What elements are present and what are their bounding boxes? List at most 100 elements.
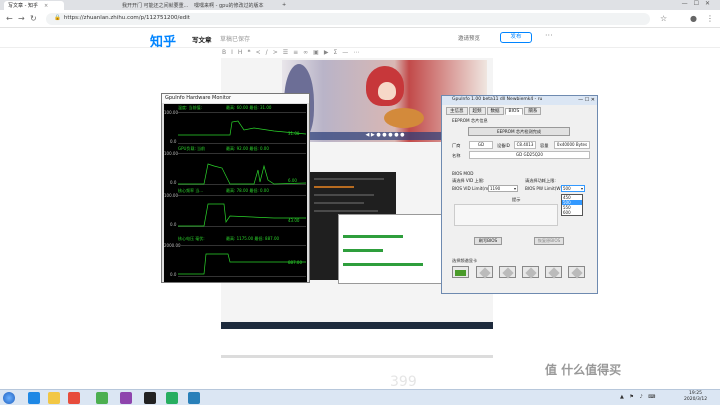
dropdown-option[interactable]: 600 xyxy=(562,210,582,215)
more-icon[interactable]: ··· xyxy=(545,31,553,40)
hint-label: 提示 xyxy=(512,197,521,202)
mode-thumb-4[interactable] xyxy=(522,266,539,279)
video-icon[interactable]: ▶ xyxy=(324,49,334,56)
eeprom-detect-button[interactable]: EEPROM 芯片检测完成 xyxy=(468,127,570,136)
eeprom-section-label: EEPROM 芯片信息 xyxy=(452,118,488,123)
tab-label: 写文章 - 知乎 xyxy=(8,3,38,9)
window-controls[interactable]: — ☐ ✕ xyxy=(578,97,595,103)
image-icon[interactable]: ▣ xyxy=(313,49,324,56)
watermark: 值 什么值得买 xyxy=(545,363,622,377)
avatar[interactable]: ● xyxy=(690,14,697,23)
restore-bios-button[interactable]: 恢复原BIOS xyxy=(534,237,564,245)
chevron-down-icon: ▾ xyxy=(513,186,516,191)
gpu-monitor-icon[interactable] xyxy=(166,392,178,404)
reload-icon[interactable]: ↻ xyxy=(30,14,37,23)
tab-about[interactable]: 關系 xyxy=(524,107,542,115)
freq-line xyxy=(178,203,306,227)
tab-data[interactable]: 数据 xyxy=(486,107,504,115)
capacity-value: 0x40000 Bytes xyxy=(554,141,590,149)
app-icon[interactable] xyxy=(68,392,80,404)
tab-label: 嘿嘿来啊 - gpu的修改过的版本 xyxy=(194,3,264,9)
quote-icon[interactable]: ❝ xyxy=(247,49,255,56)
terminal-icon[interactable] xyxy=(144,392,156,404)
pw-dropdown-list[interactable]: 450 500 550 600 xyxy=(561,194,583,216)
device-id-label: 设备ID xyxy=(497,143,510,148)
url-field[interactable]: 🔒 https://zhuanlan.zhihu.com/p/112751200/… xyxy=(46,13,650,25)
divider xyxy=(221,355,493,358)
heading-icon[interactable]: H xyxy=(238,49,248,56)
bold-icon[interactable]: B xyxy=(222,49,231,56)
video-controls[interactable]: ◀ ▶ ● ● ● ● ● xyxy=(310,132,460,140)
device-id-value: C8.4013 xyxy=(514,141,536,149)
mode-thumb-2[interactable] xyxy=(476,266,493,279)
gpu-monitor-window[interactable]: GpuInfo Hardware Monitor 温度: 当前值: 最高: 60… xyxy=(161,93,310,283)
vid-select[interactable]: 1190 ▾ xyxy=(488,185,518,192)
chevron-down-icon: ▾ xyxy=(580,186,583,191)
mode-thumb-3[interactable] xyxy=(499,266,516,279)
window-title: GpuInfo Hardware Monitor xyxy=(162,94,309,103)
code-icon[interactable]: </> xyxy=(256,49,283,56)
temp-line xyxy=(178,120,307,136)
vendor-label: 厂商 xyxy=(452,143,461,148)
folder-icon[interactable] xyxy=(48,392,60,404)
window-controls[interactable]: —☐✕ xyxy=(682,0,716,7)
tab-zhihu-write[interactable]: 写文章 - 知乎 × xyxy=(4,1,64,10)
forward-icon[interactable]: → xyxy=(18,14,25,23)
load-line xyxy=(178,163,307,185)
pw-select[interactable]: 500 ▾ xyxy=(561,185,585,192)
name-label: 名称 xyxy=(452,153,461,158)
vid-field-label: BIOS VID Limit(mV) xyxy=(452,186,493,191)
volt-line xyxy=(178,253,306,275)
window-title: GpuInfo 1.00 beta11 dll Newbiemk4 - ru —… xyxy=(442,96,597,105)
mode-thumb-5[interactable] xyxy=(545,266,562,279)
mode-thumb-1[interactable] xyxy=(452,266,469,278)
app-icon[interactable] xyxy=(120,392,132,404)
invite-preview-button[interactable]: 邀请预览 xyxy=(458,34,480,42)
close-icon[interactable]: × xyxy=(44,3,48,9)
app-icon[interactable] xyxy=(188,392,200,404)
browser-tab-bar: 写文章 - 知乎 × 我开开门 可能还之间就要重... 嘿嘿来啊 - gpu的修改… xyxy=(0,0,720,10)
zhihu-header: 知乎 写文章 草稿已保存 邀请预览 发布 ··· xyxy=(0,28,720,50)
back-icon[interactable]: ← xyxy=(6,14,13,23)
faint-number: 399 xyxy=(390,374,417,390)
figure-right-face xyxy=(378,82,396,100)
embedded-taskbar xyxy=(221,322,493,329)
zhihu-logo[interactable]: 知乎 xyxy=(150,31,176,50)
chrome-icon[interactable] xyxy=(96,392,108,404)
vid-select-label: 请选择 VID 上限: xyxy=(452,178,485,183)
hint-box xyxy=(454,204,558,226)
ie-icon[interactable] xyxy=(28,392,40,404)
vendor-value: GD xyxy=(469,141,493,149)
draft-status: 草稿已保存 xyxy=(220,36,251,43)
tab-main[interactable]: 主信息 xyxy=(446,107,468,115)
system-tray[interactable]: ▲ ⚑ ♪ ⌨ xyxy=(620,394,658,400)
tab-bios[interactable]: BIOS xyxy=(504,108,524,115)
bios-tabs: 主信息 超频 数据 BIOS 關系 xyxy=(446,107,542,115)
tab-oc[interactable]: 超频 xyxy=(468,107,486,115)
publish-button[interactable]: 发布 xyxy=(500,32,532,43)
clock[interactable]: 19:25 2020/3/12 xyxy=(684,391,707,403)
capacity-label: 容量 xyxy=(540,143,549,148)
ordered-list-icon[interactable]: ≡ xyxy=(293,49,303,56)
name-value: GD GD25Q20 xyxy=(469,151,590,159)
pw-field-label: BIOS PW Limit(W) xyxy=(525,186,563,191)
divider-icon[interactable]: — xyxy=(342,49,353,56)
tab-label: 我开开门 可能还之间就要重... xyxy=(122,3,189,9)
new-tab-button[interactable]: + xyxy=(278,1,288,10)
tab-3[interactable]: 嘿嘿来啊 - gpu的修改过的版本 xyxy=(190,1,280,10)
mode-thumb-6[interactable] xyxy=(568,266,585,279)
flash-bios-button[interactable]: 刷写BIOS xyxy=(474,237,502,245)
link-icon[interactable]: ∞ xyxy=(303,49,313,56)
more-tools-icon[interactable]: ⋯ xyxy=(353,49,364,56)
italic-icon[interactable]: I xyxy=(231,49,238,56)
address-bar: ← → ↻ 🔒 https://zhuanlan.zhihu.com/p/1127… xyxy=(0,10,720,28)
pw-select-label: 请选择功耗上限: xyxy=(525,178,556,183)
menu-icon[interactable]: ⋮ xyxy=(706,14,714,23)
guitar-image xyxy=(384,108,424,128)
bios-tool-window[interactable]: GpuInfo 1.00 beta11 dll Newbiemk4 - ru —… xyxy=(441,95,598,294)
start-button[interactable] xyxy=(3,392,15,404)
list-icon[interactable]: ☰ xyxy=(283,49,293,56)
star-icon[interactable]: ☆ xyxy=(660,14,667,23)
formula-icon[interactable]: Σ xyxy=(333,49,342,56)
date: 2020/3/12 xyxy=(684,397,708,402)
